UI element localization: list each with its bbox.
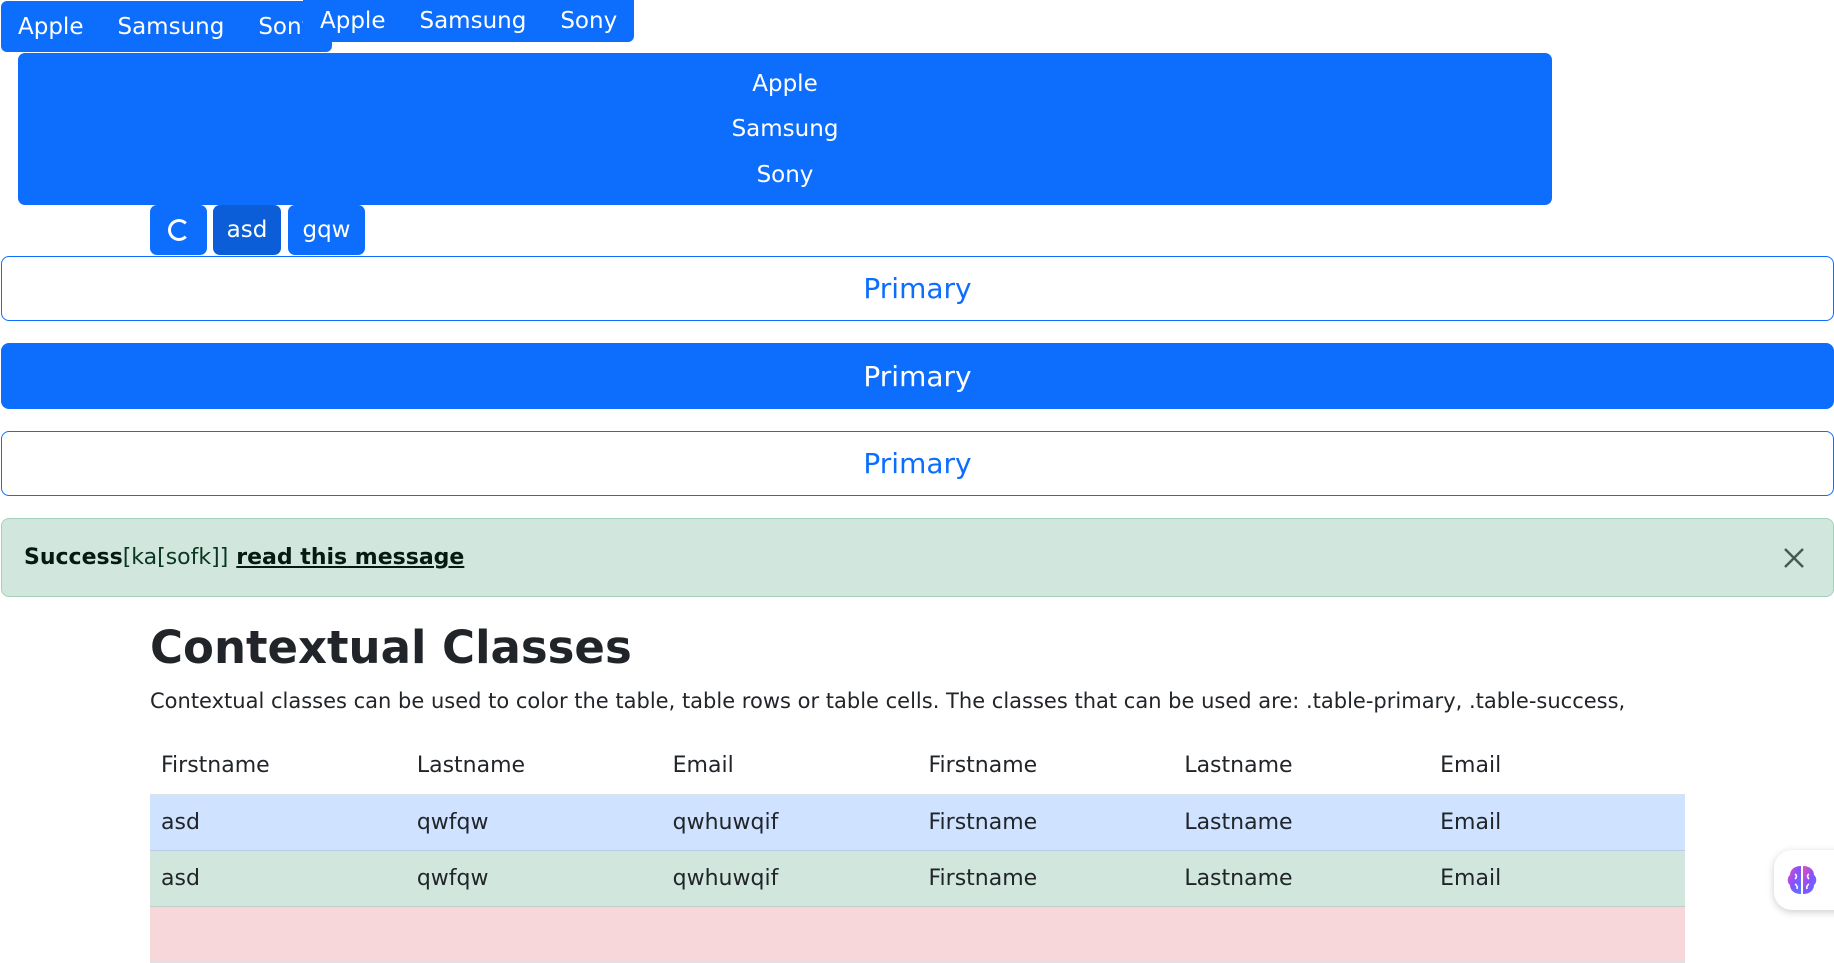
samsung-button[interactable]: Samsung	[402, 0, 543, 42]
apple-button[interactable]: Apple	[303, 0, 402, 42]
table-cell	[150, 906, 406, 963]
assistant-widget[interactable]	[1774, 850, 1834, 910]
table-cell: asd	[150, 794, 406, 851]
primary-outline-button[interactable]: Primary	[1, 431, 1834, 496]
button-group-1: Apple Samsung Sony	[1, 1, 333, 52]
table-cell: qwfqw	[405, 850, 662, 907]
primary-button[interactable]: Primary	[1, 343, 1834, 409]
brain-icon	[1787, 866, 1817, 894]
table-cell: Lastname	[1173, 850, 1430, 907]
table-cell	[917, 906, 1174, 963]
table-row: asd qwfqw qwhuwqif Firstname Lastname Em…	[150, 850, 1685, 907]
page-heading: Contextual Classes	[150, 621, 632, 674]
apple-button[interactable]: Apple	[1, 1, 100, 52]
table-cell	[1173, 906, 1430, 963]
alert-title: Success	[24, 545, 123, 570]
contextual-table: Firstname Lastname Email Firstname Lastn…	[150, 738, 1685, 963]
table-cell	[405, 906, 662, 963]
table-cell	[661, 906, 918, 963]
sony-button[interactable]: Sony	[18, 160, 1552, 190]
alert-text: [ka[sofk]]	[122, 545, 229, 570]
loading-button[interactable]	[150, 205, 207, 255]
button-group-2: Apple Samsung Sony	[303, 0, 635, 42]
vertical-button-group: Apple Samsung Sony	[18, 53, 1552, 205]
table-cell: Email	[1429, 794, 1685, 851]
gqw-button[interactable]: gqw	[288, 205, 365, 255]
success-alert: Success [ka[sofk]] read this message	[1, 518, 1834, 597]
primary-outline-button[interactable]: Primary	[1, 256, 1834, 321]
apple-button[interactable]: Apple	[18, 69, 1552, 99]
column-header: Lastname	[405, 738, 662, 795]
table-row	[150, 906, 1685, 963]
table-cell: qwhuwqif	[661, 850, 918, 907]
samsung-button[interactable]: Samsung	[100, 1, 241, 52]
table-cell: Firstname	[917, 794, 1174, 851]
sony-button[interactable]: Sony	[543, 0, 634, 42]
samsung-button[interactable]: Samsung	[18, 114, 1552, 144]
table-cell: Lastname	[1173, 794, 1430, 851]
column-header: Firstname	[150, 738, 406, 795]
column-header: Lastname	[1173, 738, 1430, 795]
column-header: Firstname	[917, 738, 1174, 795]
close-icon[interactable]	[1777, 541, 1811, 575]
spinner-icon	[167, 219, 190, 241]
column-header: Email	[1429, 738, 1685, 795]
table-row: asd qwfqw qwhuwqif Firstname Lastname Em…	[150, 794, 1685, 851]
table-cell: Firstname	[917, 850, 1174, 907]
table-header-row: Firstname Lastname Email Firstname Lastn…	[150, 738, 1685, 795]
column-header: Email	[661, 738, 918, 795]
description-paragraph: Contextual classes can be used to color …	[150, 689, 1626, 713]
asd-button[interactable]: asd	[213, 205, 281, 255]
table-cell	[1429, 906, 1685, 963]
table-cell: asd	[150, 850, 406, 907]
table-cell: Email	[1429, 850, 1685, 907]
alert-link[interactable]: read this message	[236, 545, 464, 570]
table-cell: qwfqw	[405, 794, 662, 851]
table-cell: qwhuwqif	[661, 794, 918, 851]
